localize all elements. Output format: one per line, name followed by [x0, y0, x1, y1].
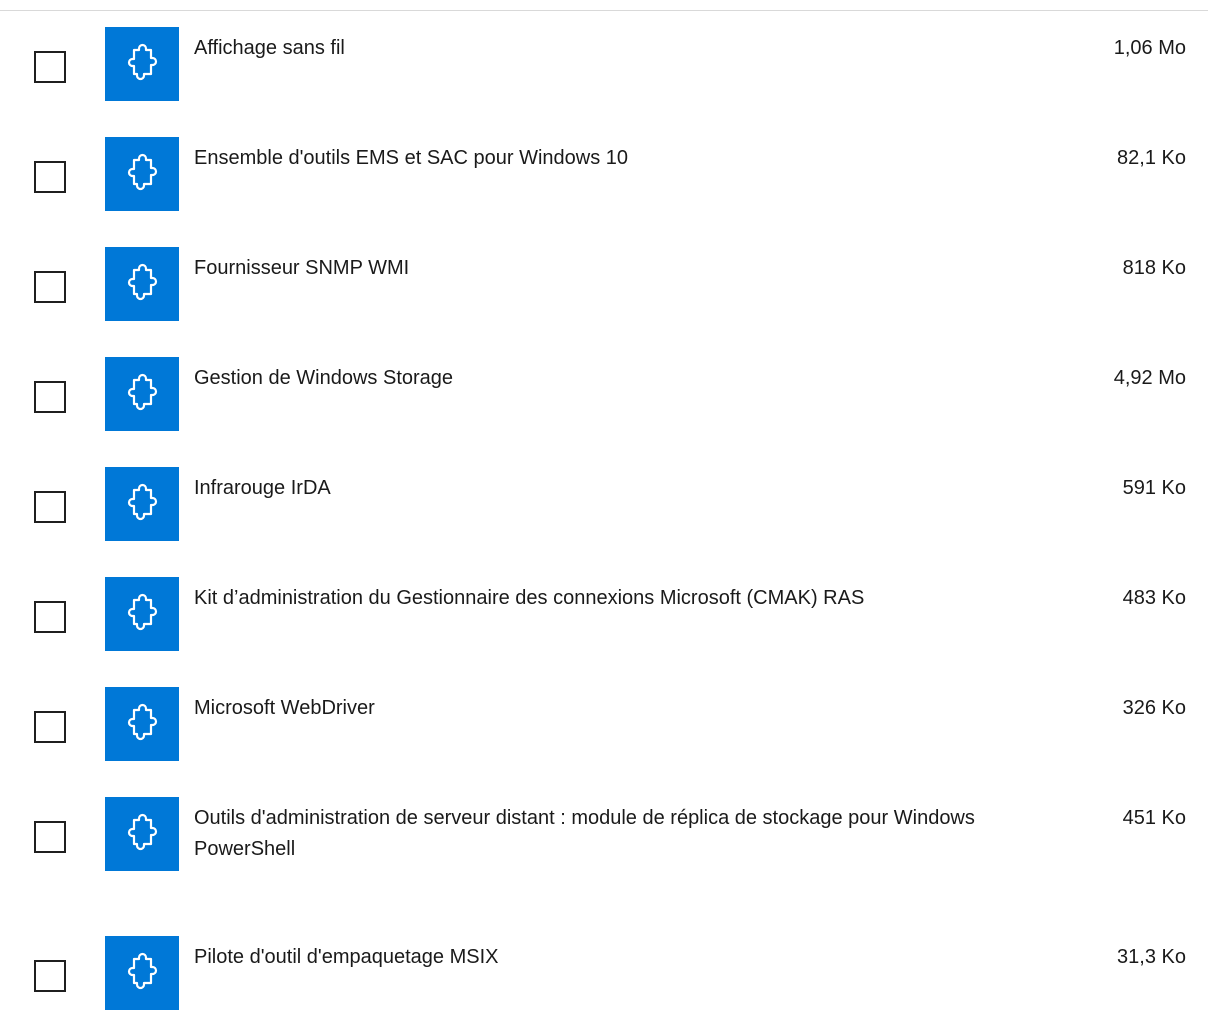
- feature-row[interactable]: Pilote d'outil d'empaquetage MSIX 31,3 K…: [0, 936, 1208, 1036]
- feature-name: Kit d’administration du Gestionnaire des…: [194, 587, 865, 609]
- feature-tile: [105, 357, 179, 431]
- feature-name: Ensemble d'outils EMS et SAC pour Window…: [194, 147, 629, 169]
- puzzle-piece-icon: [127, 593, 158, 631]
- feature-row[interactable]: Outils d'administration de serveur dista…: [0, 797, 1208, 897]
- feature-name: Fournisseur SNMP WMI: [194, 257, 410, 279]
- feature-tile: [105, 577, 179, 651]
- feature-tile: [105, 137, 179, 211]
- feature-row[interactable]: Affichage sans fil 1,06 Mo: [0, 27, 1208, 127]
- feature-checkbox[interactable]: [34, 271, 66, 303]
- feature-size: 591 Ko: [1122, 477, 1186, 499]
- feature-size: 4,92 Mo: [1113, 367, 1186, 389]
- feature-checkbox[interactable]: [34, 821, 66, 853]
- feature-size: 31,3 Ko: [1117, 946, 1186, 968]
- puzzle-piece-icon: [127, 703, 158, 741]
- feature-name: Microsoft WebDriver: [194, 697, 375, 719]
- feature-tile: [105, 27, 179, 101]
- feature-row[interactable]: Ensemble d'outils EMS et SAC pour Window…: [0, 137, 1208, 237]
- puzzle-piece-icon: [127, 952, 158, 990]
- feature-checkbox[interactable]: [34, 601, 66, 633]
- puzzle-piece-icon: [127, 263, 158, 301]
- feature-tile: [105, 797, 179, 871]
- puzzle-piece-icon: [127, 43, 158, 81]
- puzzle-piece-icon: [127, 813, 158, 851]
- feature-size: 451 Ko: [1122, 807, 1186, 829]
- optional-features-list: Affichage sans fil 1,06 Mo Ensemble d'ou…: [0, 0, 1208, 1010]
- feature-checkbox[interactable]: [34, 960, 66, 992]
- puzzle-piece-icon: [127, 483, 158, 521]
- feature-name: Gestion de Windows Storage: [194, 367, 454, 389]
- feature-name: Pilote d'outil d'empaquetage MSIX: [194, 946, 499, 968]
- feature-tile: [105, 687, 179, 761]
- feature-tile: [105, 467, 179, 541]
- feature-row[interactable]: Infrarouge IrDA 591 Ko: [0, 467, 1208, 567]
- feature-name: Affichage sans fil: [194, 37, 345, 59]
- feature-row[interactable]: Gestion de Windows Storage 4,92 Mo: [0, 357, 1208, 457]
- feature-size: 82,1 Ko: [1117, 147, 1186, 169]
- feature-row[interactable]: Fournisseur SNMP WMI 818 Ko: [0, 247, 1208, 347]
- feature-checkbox[interactable]: [34, 381, 66, 413]
- feature-size: 326 Ko: [1122, 697, 1186, 719]
- feature-checkbox[interactable]: [34, 491, 66, 523]
- puzzle-piece-icon: [127, 153, 158, 191]
- feature-checkbox[interactable]: [34, 711, 66, 743]
- puzzle-piece-icon: [127, 373, 158, 411]
- feature-checkbox[interactable]: [34, 161, 66, 193]
- feature-name: Outils d'administration de serveur dista…: [194, 807, 975, 860]
- feature-tile: [105, 247, 179, 321]
- feature-tile: [105, 936, 179, 1010]
- feature-size: 1,06 Mo: [1113, 37, 1186, 59]
- feature-size: 483 Ko: [1122, 587, 1186, 609]
- feature-checkbox[interactable]: [34, 51, 66, 83]
- feature-name: Infrarouge IrDA: [194, 477, 331, 499]
- feature-size: 818 Ko: [1122, 257, 1186, 279]
- feature-row[interactable]: Kit d’administration du Gestionnaire des…: [0, 577, 1208, 677]
- feature-row[interactable]: Microsoft WebDriver 326 Ko: [0, 687, 1208, 787]
